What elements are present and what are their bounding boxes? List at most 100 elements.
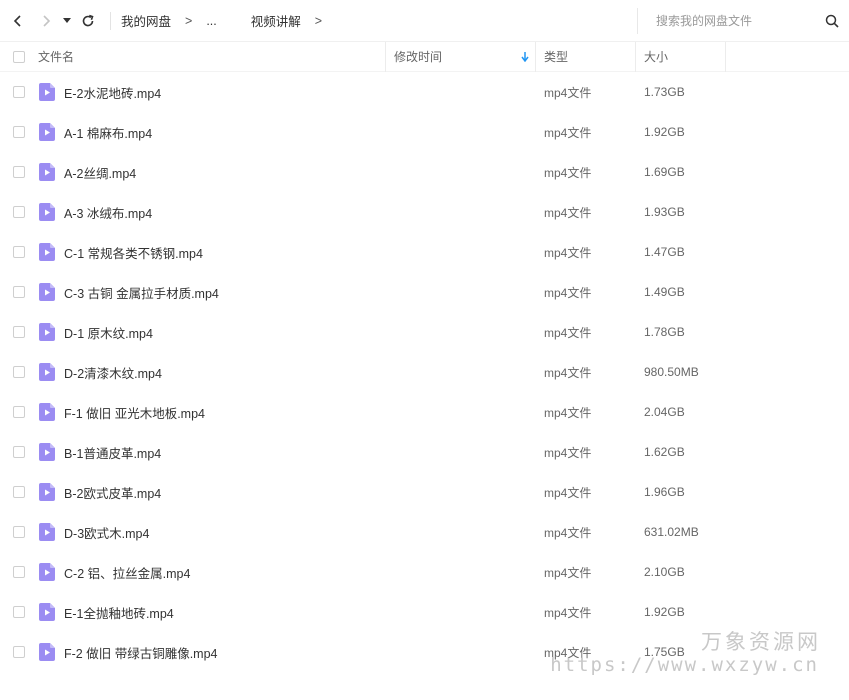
history-dropdown-button[interactable]: [60, 7, 74, 35]
file-name[interactable]: D-3欧式木.mp4: [64, 523, 386, 542]
row-checkbox[interactable]: [13, 646, 25, 658]
file-icon-cell: [30, 403, 64, 421]
file-icon-cell: [30, 603, 64, 621]
row-select[interactable]: [0, 406, 30, 418]
column-header-size-label: 大小: [644, 50, 669, 64]
breadcrumb-item-current[interactable]: 视频讲解: [249, 11, 303, 30]
row-select[interactable]: [0, 606, 30, 618]
breadcrumb-item-ellipsis[interactable]: ...: [204, 14, 218, 28]
table-row[interactable]: C-3 古铜 金属拉手材质.mp4 mp4文件 1.49GB: [0, 272, 849, 312]
header-select-all[interactable]: [0, 42, 30, 72]
file-name[interactable]: B-2欧式皮革.mp4: [64, 483, 386, 502]
file-size: 2.04GB: [644, 405, 685, 419]
file-size: 2.10GB: [644, 565, 685, 579]
caret-down-icon: [63, 17, 71, 23]
column-header-size[interactable]: 大小: [636, 41, 726, 72]
file-icon-cell: [30, 643, 64, 661]
file-type: mp4文件: [544, 605, 592, 620]
file-name[interactable]: E-1全抛釉地砖.mp4: [64, 603, 386, 622]
file-type: mp4文件: [544, 365, 592, 380]
file-type: mp4文件: [544, 485, 592, 500]
row-select[interactable]: [0, 206, 30, 218]
table-row[interactable]: D-1 原木纹.mp4 mp4文件 1.78GB: [0, 312, 849, 352]
file-size: 1.49GB: [644, 285, 685, 299]
row-select[interactable]: [0, 646, 30, 658]
file-name[interactable]: D-1 原木纹.mp4: [64, 323, 386, 342]
column-header-modified[interactable]: 修改时间: [386, 41, 536, 72]
file-name[interactable]: C-2 铝、拉丝金属.mp4: [64, 563, 386, 582]
row-select[interactable]: [0, 86, 30, 98]
row-select[interactable]: [0, 286, 30, 298]
row-checkbox[interactable]: [13, 286, 25, 298]
file-type: mp4文件: [544, 565, 592, 580]
row-checkbox[interactable]: [13, 206, 25, 218]
column-header-type[interactable]: 类型: [536, 41, 636, 72]
row-checkbox[interactable]: [13, 166, 25, 178]
row-checkbox[interactable]: [13, 566, 25, 578]
file-name[interactable]: D-2清漆木纹.mp4: [64, 363, 386, 382]
row-checkbox[interactable]: [13, 326, 25, 338]
file-icon-cell: [30, 363, 64, 381]
file-name[interactable]: B-1普通皮革.mp4: [64, 443, 386, 462]
chevron-left-icon: [13, 14, 21, 27]
breadcrumb-item-my-drive[interactable]: 我的网盘: [119, 11, 173, 30]
row-checkbox[interactable]: [13, 86, 25, 98]
row-select[interactable]: [0, 526, 30, 538]
file-name[interactable]: C-1 常规各类不锈钢.mp4: [64, 243, 386, 262]
search-icon[interactable]: [825, 14, 839, 28]
file-type: mp4文件: [544, 445, 592, 460]
row-checkbox[interactable]: [13, 606, 25, 618]
table-row[interactable]: D-2清漆木纹.mp4 mp4文件 980.50MB: [0, 352, 849, 392]
table-row[interactable]: D-3欧式木.mp4 mp4文件 631.02MB: [0, 512, 849, 552]
table-row[interactable]: B-1普通皮革.mp4 mp4文件 1.62GB: [0, 432, 849, 472]
file-list: E-2水泥地砖.mp4 mp4文件 1.73GB A-1 棉麻布.mp4 mp4文件 1.…: [0, 72, 849, 672]
file-type: mp4文件: [544, 165, 592, 180]
file-name[interactable]: F-2 做旧 带绿古铜雕像.mp4: [64, 643, 386, 662]
table-row[interactable]: A-3 冰绒布.mp4 mp4文件 1.93GB: [0, 192, 849, 232]
file-name[interactable]: A-2丝绸.mp4: [64, 163, 386, 182]
row-select[interactable]: [0, 446, 30, 458]
file-name[interactable]: A-3 冰绒布.mp4: [64, 203, 386, 222]
table-row[interactable]: A-1 棉麻布.mp4 mp4文件 1.92GB: [0, 112, 849, 152]
chevron-right-icon: [43, 14, 51, 27]
row-checkbox[interactable]: [13, 526, 25, 538]
row-checkbox[interactable]: [13, 446, 25, 458]
row-select[interactable]: [0, 566, 30, 578]
file-name[interactable]: F-1 做旧 亚光木地板.mp4: [64, 403, 386, 422]
file-name[interactable]: E-2水泥地砖.mp4: [64, 83, 386, 102]
table-row[interactable]: A-2丝绸.mp4 mp4文件 1.69GB: [0, 152, 849, 192]
video-file-icon: [39, 243, 55, 261]
forward-button[interactable]: [32, 7, 60, 35]
row-select[interactable]: [0, 326, 30, 338]
table-row[interactable]: C-1 常规各类不锈钢.mp4 mp4文件 1.47GB: [0, 232, 849, 272]
column-header-name[interactable]: 文件名: [30, 41, 386, 72]
file-size: 1.47GB: [644, 245, 685, 259]
row-checkbox[interactable]: [13, 406, 25, 418]
row-checkbox[interactable]: [13, 486, 25, 498]
table-row[interactable]: F-1 做旧 亚光木地板.mp4 mp4文件 2.04GB: [0, 392, 849, 432]
row-select[interactable]: [0, 166, 30, 178]
select-all-checkbox[interactable]: [13, 50, 25, 63]
file-name[interactable]: C-3 古铜 金属拉手材质.mp4: [64, 283, 386, 302]
row-select[interactable]: [0, 486, 30, 498]
refresh-button[interactable]: [74, 7, 102, 35]
back-button[interactable]: [4, 7, 32, 35]
row-checkbox[interactable]: [13, 366, 25, 378]
row-checkbox[interactable]: [13, 126, 25, 138]
row-select[interactable]: [0, 126, 30, 138]
table-row[interactable]: E-2水泥地砖.mp4 mp4文件 1.73GB: [0, 72, 849, 112]
row-select[interactable]: [0, 366, 30, 378]
search-input[interactable]: [638, 14, 808, 28]
video-file-icon: [39, 523, 55, 541]
table-row[interactable]: B-2欧式皮革.mp4 mp4文件 1.96GB: [0, 472, 849, 512]
video-file-icon: [39, 323, 55, 341]
row-select[interactable]: [0, 246, 30, 258]
row-checkbox[interactable]: [13, 246, 25, 258]
video-file-icon: [39, 643, 55, 661]
watermark-url: https://www.wxzyw.cn: [550, 654, 819, 676]
file-name[interactable]: A-1 棉麻布.mp4: [64, 123, 386, 142]
column-header-name-label: 文件名: [38, 50, 75, 64]
file-size: 1.96GB: [644, 485, 685, 499]
table-row[interactable]: C-2 铝、拉丝金属.mp4 mp4文件 2.10GB: [0, 552, 849, 592]
video-file-icon: [39, 83, 55, 101]
